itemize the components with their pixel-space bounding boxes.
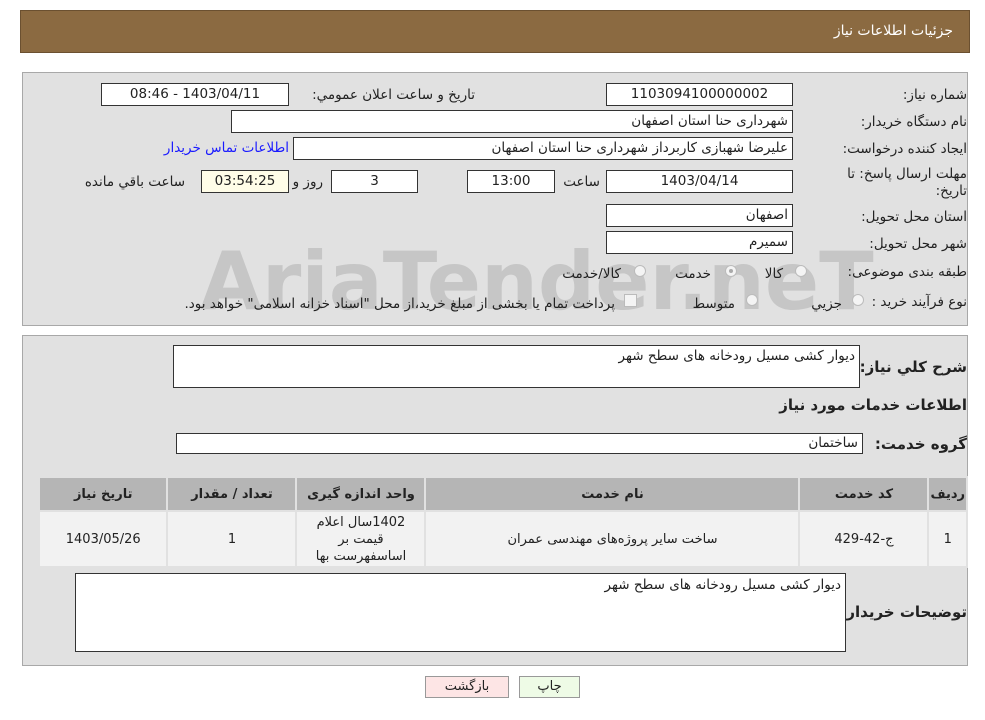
category-radio-goods[interactable] [795, 265, 807, 277]
service-group-label: گروه خدمت: [874, 435, 967, 453]
process-radio-minor[interactable] [852, 294, 864, 306]
cell-code: ج-42-429 [798, 510, 930, 568]
services-table-wrap: ردیف کد خدمت نام خدمت واحد اندازه گیری ت… [37, 476, 968, 568]
deadline-label: مهلت ارسال پاسخ: تا تاریخ: [847, 166, 967, 199]
print-button[interactable]: چاپ [519, 676, 580, 698]
category-radio-goods-service[interactable] [634, 265, 646, 277]
creator-field: علیرضا شهبازی کاربرداز شهرداری حنا استان… [293, 137, 793, 160]
cell-date: 1403/05/26 [37, 510, 169, 568]
summary-label: شرح کلي نياز: [859, 358, 967, 376]
buyer-field: شهرداری حنا استان اصفهان [231, 110, 793, 133]
province-field: اصفهان [606, 204, 793, 227]
province-label: استان محل تحویل: [861, 209, 967, 225]
buyer-label: نام دستگاه خریدار: [860, 114, 967, 130]
col-unit: واحد اندازه گیری [295, 476, 427, 512]
announce-label: تاریخ و ساعت اعلان عمومي: [312, 87, 475, 103]
cell-name: ساخت سایر پروژه‌های مهندسی عمران [424, 510, 801, 568]
services-table: ردیف کد خدمت نام خدمت واحد اندازه گیری ت… [37, 476, 968, 568]
need-number-field: 1103094100000002 [606, 83, 793, 106]
process-label: نوع فرآیند خرید : [871, 294, 967, 310]
deadline-date-field: 1403/04/14 [606, 170, 793, 193]
announce-field: 1403/04/11 - 08:46 [101, 83, 289, 106]
cell-row: 1 [927, 510, 968, 568]
buyer-notes-textarea[interactable]: دیوار کشی مسیل رودخانه های سطح شهر [75, 573, 846, 652]
col-qty: تعداد / مقدار [166, 476, 298, 512]
remaining-time-field: 03:54:25 [201, 170, 289, 193]
cell-qty: 1 [166, 510, 298, 568]
cell-unit: 1402سال اعلام قیمت بر اساسفهرست بها [295, 510, 427, 568]
time-label: ساعت [563, 174, 600, 190]
col-row: ردیف [927, 476, 968, 512]
services-title: اطلاعات خدمات مورد نياز [779, 396, 967, 414]
creator-label: ایجاد کننده درخواست: [842, 141, 967, 157]
category-radio-service[interactable] [725, 265, 737, 277]
days-label: روز و [292, 174, 323, 190]
category-label: طبقه بندی موضوعی: [847, 264, 967, 280]
summary-textarea[interactable]: دیوار کشی مسیل رودخانه های سطح شهر [173, 345, 860, 388]
col-name: نام خدمت [424, 476, 801, 512]
category-option-goods-service: کالا/خدمت [562, 266, 621, 282]
process-radio-medium[interactable] [746, 294, 758, 306]
page-header: جزئیات اطلاعات نیاز [20, 10, 970, 53]
remaining-label: ساعت باقي مانده [84, 174, 185, 190]
payment-note: پرداخت تمام یا بخشی از مبلغ خرید،از محل … [184, 296, 615, 312]
city-field: سمیرم [606, 231, 793, 254]
col-date: تاریخ نیاز [37, 476, 169, 512]
process-option-minor: جزيي [811, 296, 842, 312]
table-header-row: ردیف کد خدمت نام خدمت واحد اندازه گیری ت… [37, 476, 968, 512]
table-row: 1 ج-42-429 ساخت سایر پروژه‌های مهندسی عم… [37, 510, 968, 568]
process-option-medium: متوسط [692, 296, 735, 312]
buyer-contact-link[interactable]: اطلاعات تماس خریدار [164, 140, 289, 156]
category-option-service: خدمت [675, 266, 711, 282]
back-button[interactable]: بازگشت [425, 676, 509, 698]
service-group-field: ساختمان [176, 433, 863, 454]
deadline-time-field: 13:00 [467, 170, 555, 193]
city-label: شهر محل تحویل: [869, 236, 967, 252]
buyer-notes-label: توضیحات خریدار: [840, 603, 967, 621]
category-option-goods: کالا [764, 266, 783, 282]
need-number-label: شماره نیاز: [902, 87, 967, 103]
col-code: کد خدمت [798, 476, 930, 512]
payment-checkbox[interactable] [624, 294, 637, 307]
page-title: جزئیات اطلاعات نیاز [833, 23, 953, 39]
days-field: 3 [331, 170, 418, 193]
